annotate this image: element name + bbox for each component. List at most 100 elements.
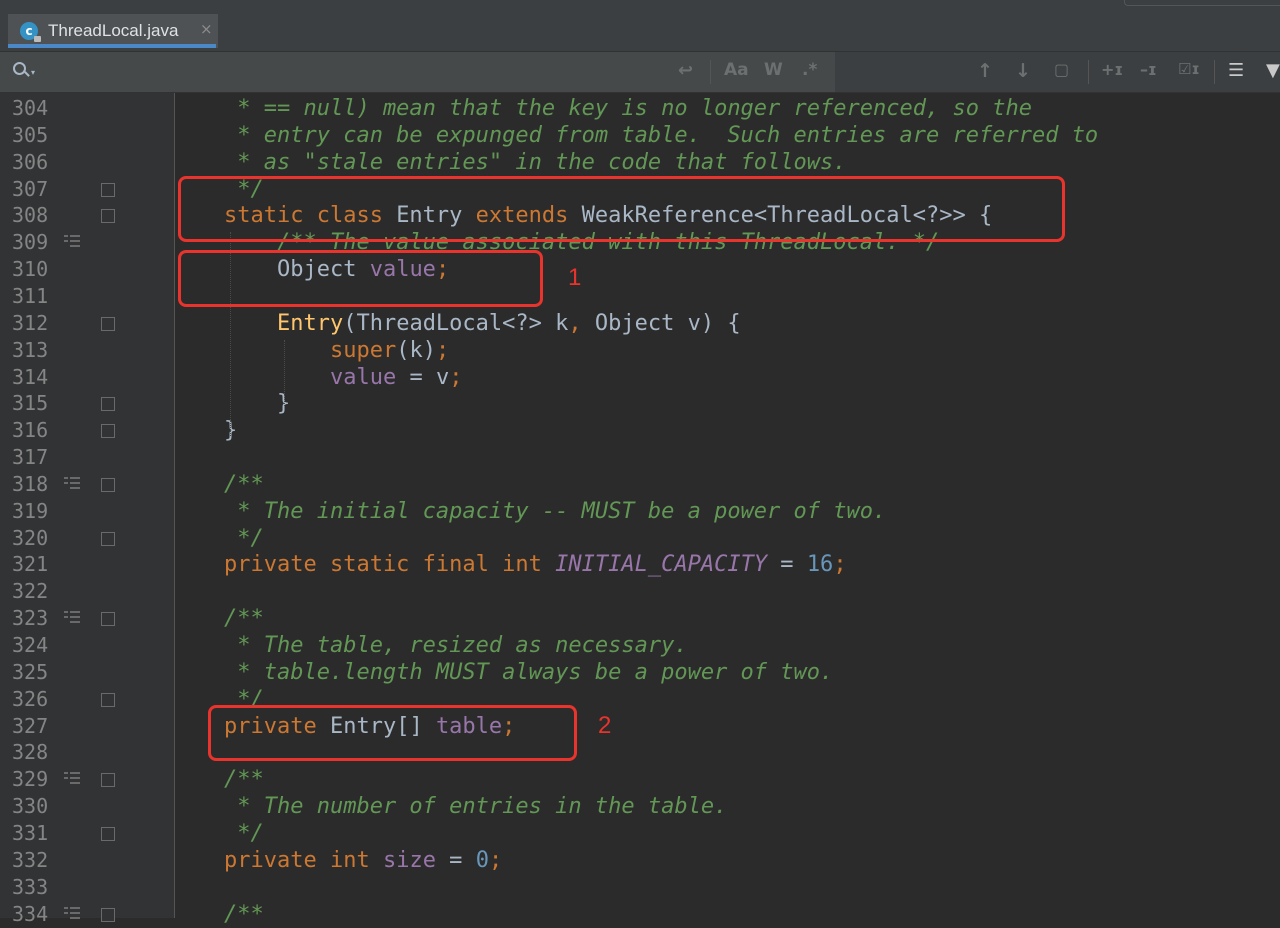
fold-marker-icon[interactable] <box>101 182 115 197</box>
doc-comment-icon[interactable] <box>64 906 80 921</box>
code-token: * The number of entries in the table. <box>224 794 728 820</box>
code-line[interactable]: Entry(ThreadLocal<?> k, Object v) { <box>224 310 741 337</box>
line-number: 332 <box>12 847 49 872</box>
line-number: 304 <box>12 96 49 120</box>
line-number: 316 <box>12 418 49 443</box>
line-number: 325 <box>12 659 49 684</box>
filter-icon[interactable]: ▼ <box>1266 60 1280 81</box>
line-number: 308 <box>12 203 49 228</box>
fold-marker-icon[interactable] <box>101 692 115 707</box>
line-number: 327 <box>12 713 49 738</box>
next-occurrence-icon[interactable]: ↓ <box>1015 60 1031 82</box>
code-line[interactable]: * as "stale entries" in the code that fo… <box>224 149 847 176</box>
previous-occurrence-icon[interactable]: ↑ <box>977 60 993 82</box>
line-number: 333 <box>12 874 49 899</box>
doc-comment-icon[interactable] <box>64 476 80 491</box>
line-number: 306 <box>12 149 49 174</box>
line-number: 331 <box>12 820 49 845</box>
code-line[interactable]: super(k); <box>224 337 449 364</box>
regex-button[interactable]: .* <box>802 60 817 80</box>
fold-marker-icon[interactable] <box>101 397 115 412</box>
filter-options-icon[interactable]: ☰ <box>1228 60 1244 81</box>
match-case-button[interactable]: Aa <box>724 60 749 80</box>
fold-marker-icon[interactable] <box>101 424 115 439</box>
doc-comment-icon[interactable] <box>64 235 80 249</box>
remove-occurrence-icon[interactable]: –ɪ <box>1140 60 1157 79</box>
annotation-label-1: 1 <box>568 264 582 291</box>
code-line[interactable]: value = v; <box>224 364 462 391</box>
code-line[interactable]: */ <box>224 525 264 552</box>
line-number: 305 <box>12 122 49 147</box>
code-token: (k) <box>396 337 436 363</box>
code-line[interactable]: * entry can be expunged from table. Such… <box>224 122 1098 149</box>
new-line-icon[interactable]: ↩ <box>678 60 693 81</box>
gutter-divider <box>174 93 175 918</box>
line-number: 328 <box>12 740 49 765</box>
fold-marker-icon[interactable] <box>101 907 115 922</box>
code-line[interactable]: * The initial capacity -- MUST be a powe… <box>224 498 886 525</box>
code-token: * as "stale entries" in the code that fo… <box>224 149 847 175</box>
add-occurrence-icon[interactable]: +ɪ <box>1101 60 1123 79</box>
highlight-entry-class-declaration <box>178 176 1065 242</box>
fold-marker-icon[interactable] <box>101 773 115 788</box>
code-token: INITIAL_CAPACITY <box>555 552 768 578</box>
code-token: * The table, resized as necessary. <box>224 633 688 658</box>
code-line[interactable]: } <box>224 390 290 417</box>
code-line[interactable]: /** <box>224 471 264 498</box>
code-line[interactable]: * The table, resized as necessary. <box>224 632 688 659</box>
code-token: ; <box>488 847 503 873</box>
line-number: 324 <box>12 633 49 657</box>
code-line[interactable]: /** <box>224 605 264 632</box>
line-number: 321 <box>12 552 49 577</box>
window-corner <box>1124 0 1280 6</box>
tab-threadlocal-java[interactable]: c ThreadLocal.java × <box>8 14 218 48</box>
whole-words-button[interactable]: W <box>764 60 783 80</box>
search-input[interactable]: ▾ ↩ Aa W .* <box>0 52 835 92</box>
code-token: * entry can be expunged from table. Such… <box>224 122 1099 148</box>
code-token: */ <box>224 525 264 551</box>
code-line[interactable]: /** <box>224 766 264 793</box>
doc-comment-icon[interactable] <box>64 772 80 786</box>
code-line[interactable]: private static final int INITIAL_CAPACIT… <box>224 551 847 578</box>
indent-guide <box>284 340 286 406</box>
line-number: 314 <box>12 364 49 389</box>
fold-marker-icon[interactable] <box>101 477 115 492</box>
code-line[interactable]: private int size = 0; <box>224 847 502 874</box>
line-number: 315 <box>12 391 49 416</box>
code-line[interactable]: * table.length MUST always be a power of… <box>224 659 833 686</box>
fold-marker-icon[interactable] <box>101 531 115 546</box>
editor-tab-bar: c ThreadLocal.java × <box>0 8 1280 52</box>
code-token: Entry <box>276 310 344 336</box>
search-icon[interactable]: ▾ <box>13 62 35 77</box>
code-line[interactable]: */ <box>224 820 264 847</box>
select-all-occurrences-icon[interactable]: ▢ <box>1054 60 1069 79</box>
code-token: ; <box>833 552 847 578</box>
line-number: 317 <box>12 445 49 470</box>
doc-comment-icon[interactable] <box>64 611 80 625</box>
code-token: Object v) { <box>594 310 741 336</box>
line-number: 323 <box>12 606 49 631</box>
line-number: 310 <box>12 257 49 282</box>
fold-marker-icon[interactable] <box>101 316 115 331</box>
line-number: 320 <box>12 525 49 550</box>
code-line[interactable]: * The number of entries in the table. <box>224 793 727 820</box>
close-tab-icon[interactable]: × <box>200 20 213 38</box>
code-token: super <box>329 337 397 363</box>
fold-marker-icon[interactable] <box>101 612 115 627</box>
line-number: 307 <box>12 176 49 201</box>
line-number: 318 <box>12 471 49 496</box>
code-token: ; <box>449 364 463 390</box>
java-class-icon: c <box>20 22 41 42</box>
line-number: 312 <box>12 310 49 335</box>
code-token: /** <box>224 606 264 632</box>
code-line[interactable]: /** <box>224 901 264 928</box>
fold-marker-icon[interactable] <box>101 209 115 224</box>
code-token: 0 <box>475 847 489 873</box>
lock-icon <box>34 36 41 42</box>
code-token: = v <box>396 364 450 390</box>
select-all-icon[interactable]: ☑ɪ <box>1178 60 1200 78</box>
find-toolbar: ▾ ↩ Aa W .* ↑ ↓ ▢ +ɪ –ɪ ☑ɪ ☰ ▼ <box>0 52 1280 93</box>
code-line[interactable]: * == null) mean that the key is no longe… <box>224 95 1032 122</box>
fold-marker-icon[interactable] <box>101 826 115 841</box>
